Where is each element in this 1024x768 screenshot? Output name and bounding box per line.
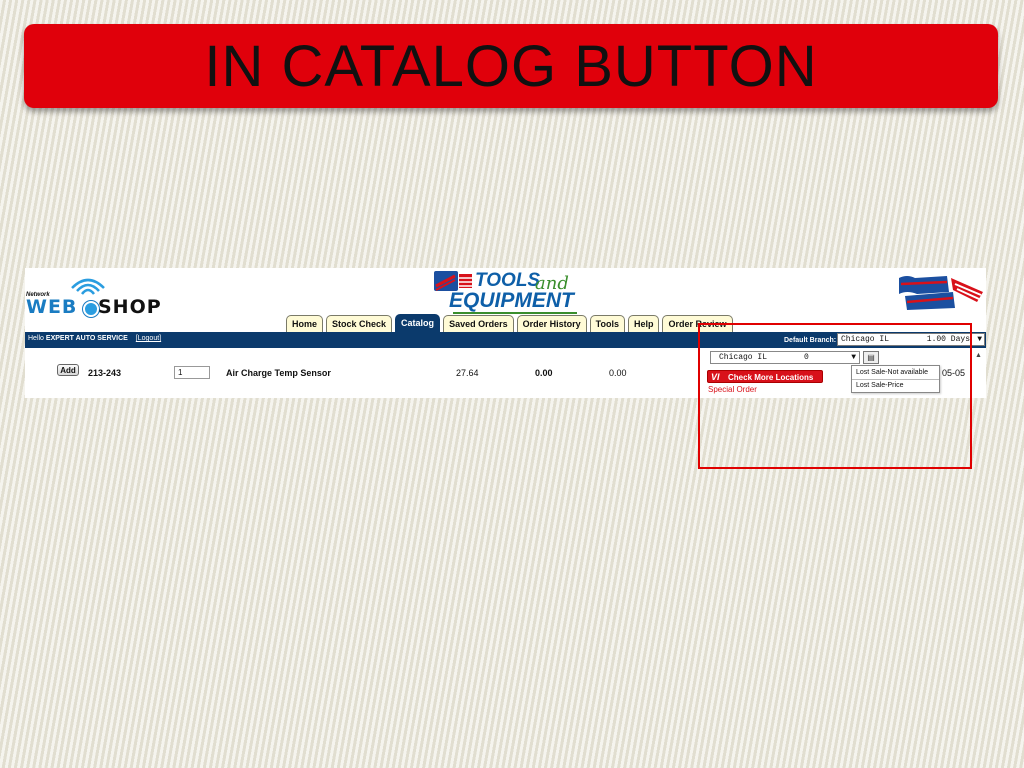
user-name: EXPERT AUTO SERVICE — [45, 335, 128, 342]
price-value: 27.64 — [456, 368, 479, 378]
title-banner: IN CATALOG BUTTON — [24, 24, 998, 108]
dropdown-arrow-icon: ▼ — [977, 335, 982, 344]
autopride-logo[interactable] — [897, 272, 985, 312]
webshop-logo[interactable]: Network WEB SHOP — [26, 270, 176, 318]
tab-saved-orders[interactable]: Saved Orders — [443, 315, 514, 332]
slide-title: IN CATALOG BUTTON — [204, 33, 818, 99]
tab-catalog[interactable]: Catalog — [395, 314, 441, 332]
add-button[interactable]: Add — [57, 364, 79, 376]
tools-equipment-logo[interactable]: TOOLS and EQUIPMENT — [433, 270, 581, 314]
core-value: 0.00 — [535, 368, 553, 378]
web-label: WEB — [26, 296, 78, 318]
total-value: 0.00 — [609, 368, 627, 378]
scroll-up-icon[interactable]: ▲ — [975, 352, 982, 359]
highlight-box — [698, 323, 972, 469]
tab-order-history[interactable]: Order History — [516, 315, 587, 332]
equipment-label: EQUIPMENT — [449, 289, 574, 312]
shop-label: SHOP — [98, 296, 162, 318]
tab-stock-check[interactable]: Stock Check — [326, 315, 393, 332]
tab-home[interactable]: Home — [286, 315, 324, 332]
hello-label: Hello — [28, 335, 44, 342]
wifi-waves-icon — [71, 278, 105, 295]
part-description: Air Charge Temp Sensor — [226, 368, 331, 378]
quantity-input[interactable]: 1 — [174, 366, 210, 379]
logout-link[interactable]: [Logout] — [136, 335, 161, 342]
greeting: Hello EXPERT AUTO SERVICE [Logout] — [28, 335, 161, 342]
tab-tools[interactable]: Tools — [589, 315, 625, 332]
part-number[interactable]: 213-243 — [88, 368, 121, 378]
main-tabs: Home Stock Check Catalog Saved Orders Or… — [286, 314, 733, 332]
logo-dot-icon — [83, 301, 99, 317]
tab-help[interactable]: Help — [627, 315, 660, 332]
